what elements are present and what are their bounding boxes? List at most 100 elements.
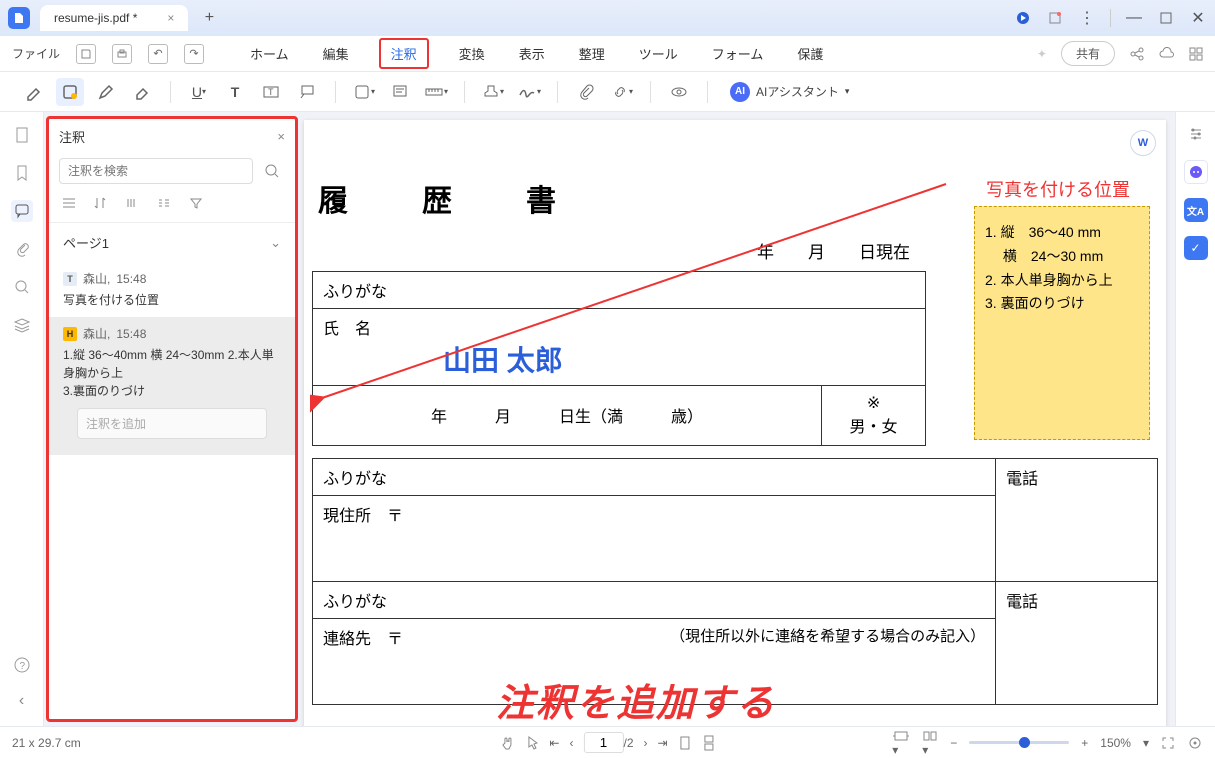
sort-icon[interactable] [93,196,111,214]
kebab-menu-icon[interactable]: ⋮ [1078,9,1096,27]
maximize-button[interactable] [1157,9,1175,27]
textbox-icon[interactable]: T [257,78,285,106]
document-area[interactable]: W 履 歴 書 年 月 日現在 ふりがな 氏 名 山田 太郎 年 月 日生（満 … [298,112,1175,726]
select-tool-icon[interactable] [525,735,539,751]
signature-icon[interactable]: ▾ [515,78,543,106]
hide-icon[interactable] [665,78,693,106]
notification-icon[interactable] [1014,9,1032,27]
menu-edit[interactable]: 編集 [319,38,353,69]
grid-icon[interactable] [1189,47,1203,61]
svg-text:?: ? [19,661,25,672]
collapse-icon[interactable]: ‹ [11,690,33,712]
sticky-note[interactable]: 1. 縦 36〜40 mm 横 24〜30 mm 2. 本人単身胸から上 3. … [974,206,1150,440]
zoom-out-icon[interactable]: − [950,736,957,750]
close-button[interactable]: ✕ [1189,9,1207,27]
continuous-icon[interactable] [702,735,716,751]
ai-chat-icon[interactable] [1184,160,1208,184]
next-page-icon[interactable]: › [644,736,648,750]
svg-text:T: T [268,87,274,97]
zoom-value: 150% [1100,736,1131,750]
annotation-text: 写真を付ける位置 [986,176,1130,202]
comment-item-1[interactable]: T森山, 15:48 写真を付ける位置 [49,262,295,317]
area-highlight-icon[interactable] [56,78,84,106]
measure-icon[interactable]: ▾ [422,78,450,106]
redo-icon[interactable]: ↷ [184,44,204,64]
stamp-icon[interactable]: ▾ [479,78,507,106]
last-page-icon[interactable]: ⇥ [658,736,668,750]
check-icon[interactable]: ✓ [1184,236,1208,260]
layers-icon[interactable] [11,314,33,336]
text-icon[interactable]: T [221,78,249,106]
share-link-icon[interactable] [1129,46,1145,62]
app-icon [8,7,30,29]
menu-tools[interactable]: ツール [635,38,682,69]
collapse-all-icon[interactable] [157,196,175,214]
expand-icon[interactable] [125,196,143,214]
titlebar: resume-jis.pdf * × + ⋮ — ✕ [0,0,1215,36]
reading-mode-icon[interactable]: ▾ [922,729,938,757]
underline-icon[interactable]: U▾ [185,78,213,106]
menu-organize[interactable]: 整理 [575,38,609,69]
note-icon[interactable] [386,78,414,106]
callout-icon[interactable] [293,78,321,106]
zoom-slider[interactable] [969,741,1069,744]
search-rail-icon[interactable] [11,276,33,298]
link-icon[interactable]: ▾ [608,78,636,106]
print-icon[interactable] [112,44,132,64]
fullscreen-icon[interactable] [1161,736,1175,750]
eraser-icon[interactable] [128,78,156,106]
panel-close-icon[interactable]: × [277,129,285,144]
menu-comment[interactable]: 注釈 [379,38,429,69]
page-section[interactable]: ページ1 ⌄ [49,223,295,262]
comments-icon[interactable] [11,200,33,222]
tab-close-icon[interactable]: × [167,11,174,25]
attachment-icon[interactable] [572,78,600,106]
zoom-in-icon[interactable]: + [1081,736,1088,750]
help-icon[interactable]: ? [11,654,33,676]
left-rail: ? ‹ [0,112,44,726]
hand-tool-icon[interactable] [499,735,515,751]
page-input[interactable] [583,732,623,753]
cloud-icon[interactable] [1159,47,1175,61]
shape-icon[interactable]: ▾ [350,78,378,106]
annotation-panel: 注釈 × ページ1 ⌄ T森山, 15:48 写真を付ける位置 H森山, 15:… [46,116,298,722]
focus-icon[interactable] [1187,735,1203,751]
share-button[interactable]: 共有 [1061,41,1115,66]
pencil-icon[interactable] [92,78,120,106]
statusbar: 21 x 29.7 cm ⇤ ‹ /2 › ⇥ ▾ ▾ − + 150%▾ [0,726,1215,758]
filter-icon[interactable] [189,196,207,214]
highlighter-icon[interactable] [20,78,48,106]
window-icon[interactable] [1046,9,1064,27]
attachments-icon[interactable] [11,238,33,260]
lightbulb-icon[interactable]: ✦ [1037,47,1047,61]
document-tab[interactable]: resume-jis.pdf * × [40,5,188,31]
translate-icon[interactable]: 文A [1184,198,1208,222]
menu-home[interactable]: ホーム [246,38,293,69]
list-icon[interactable] [61,196,79,214]
save-icon[interactable] [76,44,96,64]
menu-form[interactable]: フォーム [708,38,768,69]
minimize-button[interactable]: — [1125,9,1143,27]
chevron-down-icon: ⌄ [270,235,281,251]
search-input[interactable] [59,158,253,184]
right-rail: 文A ✓ [1175,112,1215,726]
menu-convert[interactable]: 変換 [455,38,489,69]
ai-assistant-button[interactable]: AI AIアシスタント▾ [730,82,849,102]
single-page-icon[interactable] [678,735,692,751]
add-reply-input[interactable]: 注釈を追加 [77,408,267,439]
file-menu[interactable]: ファイル [12,45,60,62]
thumbnails-icon[interactable] [11,124,33,146]
menu-view[interactable]: 表示 [515,38,549,69]
bookmarks-icon[interactable] [11,162,33,184]
name-field: 山田 太郎 [323,339,915,379]
menu-protect[interactable]: 保護 [793,38,827,69]
word-export-icon[interactable]: W [1130,130,1156,156]
first-page-icon[interactable]: ⇤ [549,736,559,750]
new-tab-button[interactable]: + [198,7,220,29]
fit-width-icon[interactable]: ▾ [892,729,910,757]
comment-item-2[interactable]: H森山, 15:48 1.縦 36〜40mm 横 24〜30mm 2.本人単身胸… [49,317,295,455]
prev-page-icon[interactable]: ‹ [569,736,573,750]
undo-icon[interactable]: ↶ [148,44,168,64]
settings-icon[interactable] [1184,122,1208,146]
search-icon[interactable] [259,158,285,184]
